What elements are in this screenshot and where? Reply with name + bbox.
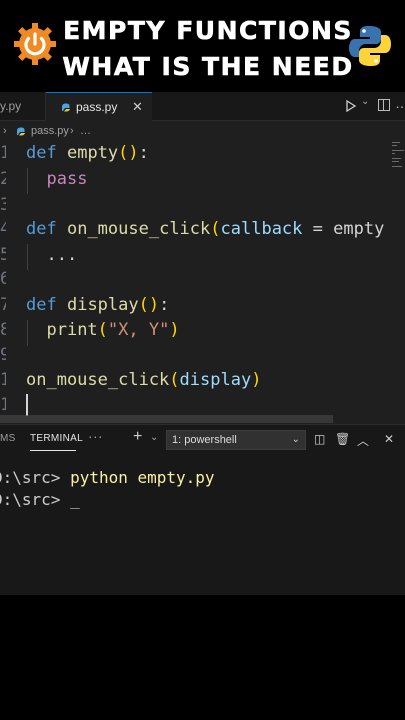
line-number: 1	[0, 143, 6, 163]
tab-label: y.py	[0, 99, 22, 113]
code-line-8: print("X, Y")	[26, 317, 180, 343]
video-bottom-bar	[0, 595, 405, 720]
token-keyword: def	[26, 219, 57, 239]
horizontal-scrollbar[interactable]	[0, 415, 333, 423]
terminal-select-value: 1: powershell	[172, 434, 237, 446]
terminal-panel: MS TERMINAL ··· + ⌄ 1: powershell ⌄ ◫ 🗑 …	[0, 424, 405, 595]
split-terminal-icon[interactable]: ◫	[314, 432, 325, 446]
terminal-line: D:\src> python empty.py	[0, 468, 222, 487]
token-keyword: pass	[46, 169, 88, 189]
line-number: 8	[0, 320, 6, 340]
token-colon: :	[159, 295, 170, 315]
chevron-down-icon[interactable]: ⌄	[361, 96, 369, 107]
line-number: 5	[0, 245, 6, 265]
token-argument: display	[179, 370, 252, 390]
python-logo-icon	[349, 26, 391, 66]
code-line-5: ...	[26, 242, 77, 268]
token-bracket: (	[118, 143, 129, 163]
token-colon: :	[138, 143, 149, 163]
token-string: "X, Y"	[107, 320, 170, 340]
more-tabs-icon[interactable]: ···	[88, 428, 103, 444]
token-bracket: )	[169, 320, 180, 340]
line-number: 10	[0, 370, 6, 390]
token-function: print	[46, 320, 98, 340]
breadcrumb-symbols[interactable]: …	[80, 121, 91, 141]
token-parameter: callback	[220, 219, 303, 239]
more-actions-icon[interactable]: …	[395, 95, 405, 111]
token-function: empty	[66, 143, 119, 163]
run-icon[interactable]	[346, 100, 356, 112]
breadcrumb-file[interactable]: pass.py	[31, 121, 69, 141]
token-bracket: (	[138, 295, 149, 315]
token-default: empty	[333, 219, 385, 239]
code-line-7: def display():	[26, 292, 169, 318]
chevron-right-icon: ›	[70, 125, 74, 137]
code-line-1: def empty():	[26, 140, 149, 166]
power-logo-icon	[14, 23, 56, 65]
tab-pass-py[interactable]: pass.py ✕	[46, 92, 152, 121]
token-bracket: (	[97, 320, 108, 340]
token-keyword: def	[26, 295, 57, 315]
banner-title-line2: WHAT IS THE NEED	[62, 52, 354, 82]
text-cursor	[26, 394, 28, 416]
token-bracket: )	[148, 295, 160, 315]
line-number: 3	[0, 195, 6, 215]
minimap[interactable]	[388, 142, 405, 422]
banner-title-line1: EMPTY FUNCTIONS	[63, 16, 353, 46]
code-line-4: def on_mouse_click(callback = empty	[26, 216, 384, 242]
tab-previous-file[interactable]: y.py	[0, 92, 46, 120]
split-editor-icon[interactable]	[378, 99, 390, 111]
code-line-2: pass	[26, 166, 87, 192]
line-number: 4	[0, 219, 6, 239]
terminal-cursor: _	[70, 490, 80, 509]
token-keyword: def	[26, 143, 57, 163]
new-terminal-icon[interactable]: +	[133, 428, 142, 446]
tab-label: pass.py	[76, 100, 118, 114]
close-icon[interactable]: ✕	[132, 93, 143, 121]
code-line-10: on_mouse_click(display)	[26, 367, 261, 393]
python-file-icon	[62, 103, 70, 112]
line-number: 7	[0, 295, 6, 315]
trash-icon[interactable]: 🗑	[335, 432, 350, 446]
editor-tab-bar: y.py pass.py ✕ ⌄ …	[0, 92, 405, 121]
chevron-up-icon[interactable]: ︿	[357, 432, 369, 449]
token-operator: =	[302, 219, 334, 239]
python-file-icon	[17, 127, 25, 136]
token-function: on_mouse_click	[66, 219, 211, 239]
chevron-down-icon[interactable]: ⌄	[150, 432, 158, 443]
terminal-line: D:\src> _	[0, 490, 87, 509]
chevron-down-icon: ⌄	[291, 434, 300, 445]
line-number: 2	[0, 169, 6, 189]
token-function: on_mouse_click	[26, 370, 170, 390]
tab-terminal[interactable]: TERMINAL	[30, 433, 83, 444]
code-editor: y.py pass.py ✕ ⌄ … › pass.py › … 1 2 3	[0, 92, 405, 595]
terminal-prompt: D:\src>	[0, 490, 71, 509]
token-bracket: (	[169, 370, 180, 390]
token-ellipsis: ...	[46, 245, 78, 265]
token-bracket: (	[210, 219, 221, 239]
token-bracket: )	[128, 143, 139, 163]
terminal-prompt: D:\src>	[0, 468, 71, 487]
chevron-right-icon: ›	[3, 125, 7, 137]
tab-problems[interactable]: MS	[0, 433, 16, 444]
line-number: 9	[0, 345, 6, 365]
line-number: 6	[0, 269, 6, 289]
close-panel-icon[interactable]: ✕	[384, 432, 394, 446]
terminal-select[interactable]: 1: powershell ⌄	[166, 430, 306, 450]
video-banner: EMPTY FUNCTIONS WHAT IS THE NEED	[0, 0, 405, 92]
token-bracket: )	[251, 370, 262, 390]
terminal-command: python empty.py	[70, 468, 215, 487]
active-tab-indicator	[30, 450, 76, 451]
token-function: display	[66, 295, 139, 315]
